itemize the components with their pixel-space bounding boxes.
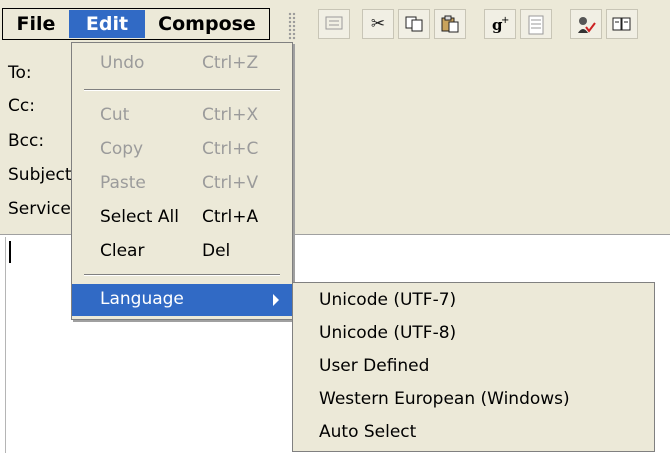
menu-item-select-all[interactable]: Select All Ctrl+A [72,202,292,234]
bcc-label: Bcc: [8,131,45,151]
attach-icon[interactable]: g + [484,9,516,39]
language-item[interactable]: Auto Select [293,417,654,449]
menu-bar: File Edit Compose ✂ g + [0,0,670,48]
language-item[interactable]: Unicode (UTF-8) [293,318,654,350]
select-all-shortcut: Ctrl+A [202,207,259,227]
menu-edit[interactable]: Edit [69,10,145,38]
edit-menu: Undo Ctrl+Z Cut Ctrl+X Copy Ctrl+C Paste… [71,42,293,320]
menu-group: File Edit Compose [2,8,270,40]
service-label: Service: [8,199,77,219]
menu-item-cut[interactable]: Cut Ctrl+X [72,100,292,132]
cut-shortcut: Ctrl+X [202,105,259,125]
undo-shortcut: Ctrl+Z [202,53,259,73]
menu-item-copy[interactable]: Copy Ctrl+C [72,134,292,166]
scissors-icon[interactable]: ✂ [362,9,394,39]
svg-text:+: + [501,15,509,26]
cut-label: Cut [100,105,130,125]
clear-label: Clear [100,241,145,261]
paste-icon[interactable] [434,9,466,39]
paste-shortcut: Ctrl+V [202,173,259,193]
copy-shortcut: Ctrl+C [202,139,259,159]
undo-label: Undo [100,53,145,73]
submenu-arrow-icon [273,294,279,306]
menu-compose[interactable]: Compose [147,10,267,38]
language-item[interactable]: User Defined [293,351,654,383]
language-item[interactable]: Unicode (UTF-7) [293,285,654,317]
menu-item-clear[interactable]: Clear Del [72,236,292,268]
document-icon[interactable] [520,9,552,39]
menu-item-paste[interactable]: Paste Ctrl+V [72,168,292,200]
paste-label: Paste [100,173,146,193]
subject-label: Subject: [8,165,78,185]
clear-shortcut: Del [202,241,231,261]
copy-label: Copy [100,139,144,159]
menu-separator [84,89,280,91]
language-label: Language [100,289,184,309]
menu-file[interactable]: File [7,10,65,38]
language-submenu: Unicode (UTF-7) Unicode (UTF-8) User Def… [292,282,655,452]
menu-item-language[interactable]: Language [72,284,292,316]
copy-icon[interactable] [398,9,430,39]
select-all-label: Select All [100,207,179,227]
spell-check-icon[interactable] [570,9,602,39]
language-item[interactable]: Western European (Windows) [293,384,654,416]
menu-item-undo[interactable]: Undo Ctrl+Z [72,48,292,80]
toolbar-grip[interactable] [288,12,296,40]
cc-label: Cc: [8,96,35,116]
address-book-icon[interactable] [318,9,350,39]
menu-separator [84,274,280,276]
text-caret [9,241,11,263]
body-left-edge [5,237,6,453]
to-label: To: [8,63,32,83]
book-icon[interactable] [606,9,638,39]
